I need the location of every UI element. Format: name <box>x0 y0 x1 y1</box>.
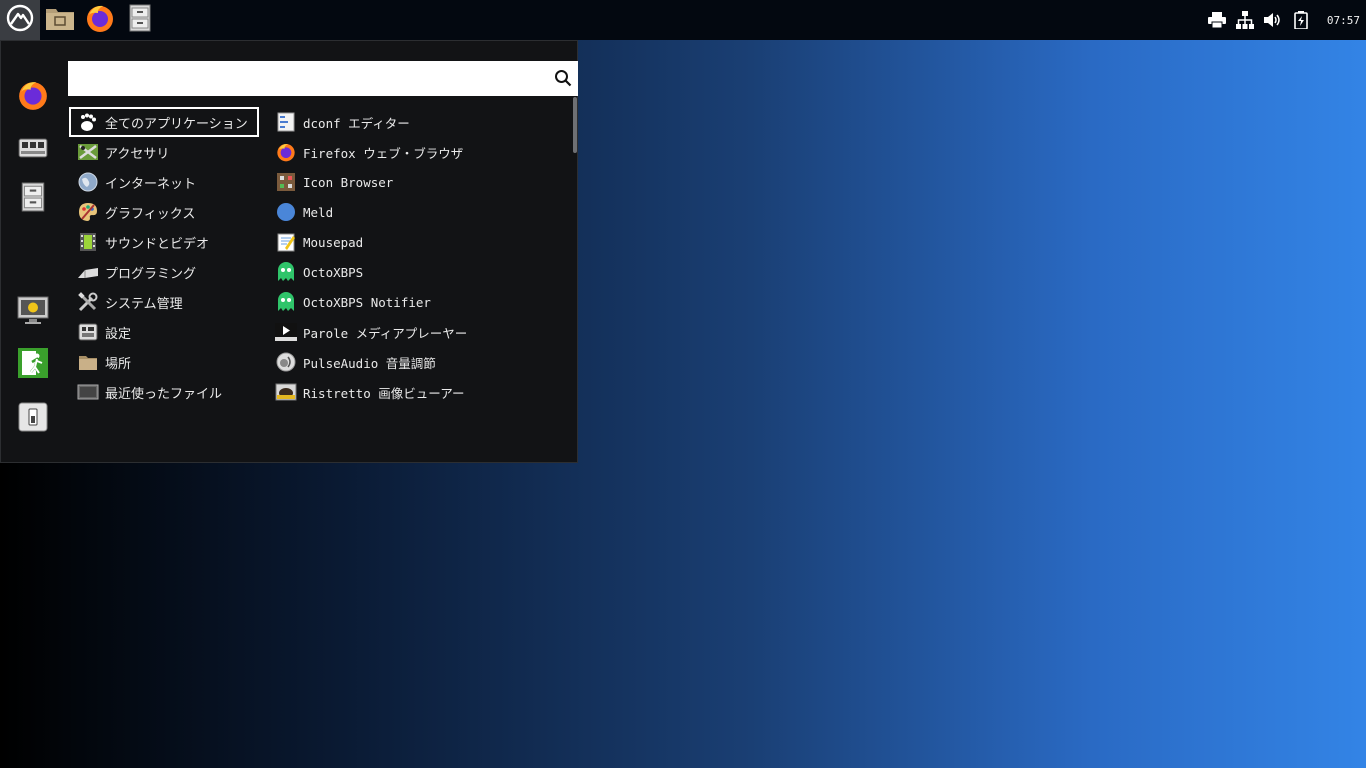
recent-files-icon <box>77 381 99 403</box>
category-accessories[interactable]: アクセサリ <box>69 137 259 167</box>
palette-icon <box>77 201 99 223</box>
category-places[interactable]: 場所 <box>69 347 259 377</box>
favorites-column <box>1 41 65 462</box>
applications-menu: 全てのアプリケーション アクセサリ インターネット グラフィックス サウンドとビ… <box>0 40 578 463</box>
switch-icon <box>18 402 48 436</box>
top-panel: 07:57 <box>0 0 1366 40</box>
app-label: dconf エディター <box>303 115 410 131</box>
app-label: OctoXBPS Notifier <box>303 294 431 310</box>
search-icon[interactable] <box>554 69 572 87</box>
app-dconf-editor[interactable]: dconf エディター <box>273 107 569 137</box>
icon-browser-icon <box>275 171 297 193</box>
file-manager-launcher[interactable] <box>40 0 80 40</box>
app-label: OctoXBPS <box>303 264 364 280</box>
dconf-icon <box>275 111 297 133</box>
app-label: Firefox ウェブ・ブラウザ <box>303 145 464 161</box>
category-label: サウンドとビデオ <box>105 236 210 252</box>
favorite-filing-cabinet[interactable] <box>15 181 51 217</box>
tools-icon <box>77 291 99 313</box>
category-label: アクセサリ <box>105 146 170 162</box>
category-list: 全てのアプリケーション アクセサリ インターネット グラフィックス サウンドとビ… <box>69 107 259 407</box>
applications-menu-button[interactable] <box>0 0 40 40</box>
lock-screen-button[interactable] <box>15 295 51 331</box>
application-list-scrollbar[interactable] <box>573 97 577 153</box>
app-label: Ristretto 画像ビューアー <box>303 385 465 401</box>
speaker-icon <box>275 351 297 373</box>
film-icon <box>77 231 99 253</box>
application-list: dconf エディター Firefox ウェブ・ブラウザ Icon Browse… <box>273 107 569 417</box>
file-manager-icon <box>45 5 75 35</box>
menu-logo-icon <box>6 4 34 36</box>
favorite-settings-manager[interactable] <box>15 131 51 167</box>
app-label: Mousepad <box>303 234 364 250</box>
category-label: 設定 <box>105 326 132 342</box>
app-firefox[interactable]: Firefox ウェブ・ブラウザ <box>273 137 569 167</box>
favorite-firefox[interactable] <box>15 79 51 115</box>
category-settings[interactable]: 設定 <box>69 317 259 347</box>
app-meld[interactable]: Meld <box>273 197 569 227</box>
search-input[interactable] <box>74 61 548 96</box>
category-internet[interactable]: インターネット <box>69 167 259 197</box>
ghost-icon <box>275 291 297 313</box>
media-player-icon <box>275 321 297 343</box>
category-sound-and-video[interactable]: サウンドとビデオ <box>69 227 259 257</box>
firefox-launcher[interactable] <box>80 0 120 40</box>
category-programming[interactable]: プログラミング <box>69 257 259 287</box>
firefox-icon <box>17 79 49 115</box>
category-label: 全てのアプリケーション <box>105 116 248 132</box>
filing-cabinet-icon <box>129 4 151 36</box>
app-pulseaudio[interactable]: PulseAudio 音量調節 <box>273 347 569 377</box>
volume-icon[interactable] <box>1263 10 1283 30</box>
monitor-lock-icon <box>17 296 49 330</box>
category-label: グラフィックス <box>105 206 196 222</box>
search-box[interactable] <box>68 61 578 96</box>
app-label: PulseAudio 音量調節 <box>303 355 436 371</box>
switch-user-button[interactable] <box>15 401 51 437</box>
category-label: プログラミング <box>105 266 197 282</box>
filing-cabinet-launcher[interactable] <box>120 0 160 40</box>
app-label: Meld <box>303 204 334 220</box>
app-octoxbps-notifier[interactable]: OctoXBPS Notifier <box>273 287 569 317</box>
settings-icon <box>77 321 99 343</box>
system-tray: 07:57 <box>1207 0 1366 40</box>
printer-icon[interactable] <box>1207 10 1227 30</box>
app-label: Icon Browser <box>303 174 394 190</box>
programming-icon <box>77 261 99 283</box>
filing-cabinet-icon <box>21 182 45 216</box>
app-label: Parole メディアプレーヤー <box>303 325 468 341</box>
category-label: 最近使ったファイル <box>105 386 223 402</box>
category-label: 場所 <box>105 356 132 372</box>
app-octoxbps[interactable]: OctoXBPS <box>273 257 569 287</box>
app-ristretto[interactable]: Ristretto 画像ビューアー <box>273 377 569 407</box>
log-out-button[interactable] <box>15 347 51 383</box>
accessories-icon <box>77 141 99 163</box>
exit-icon <box>18 348 48 382</box>
firefox-icon <box>275 141 297 163</box>
battery-icon[interactable] <box>1291 10 1311 30</box>
ghost-icon <box>275 261 297 283</box>
meld-icon <box>275 201 297 223</box>
category-recent-files[interactable]: 最近使ったファイル <box>69 377 259 407</box>
settings-manager-icon <box>18 135 48 163</box>
app-parole[interactable]: Parole メディアプレーヤー <box>273 317 569 347</box>
firefox-icon <box>85 3 115 37</box>
globe-icon <box>77 171 99 193</box>
category-label: インターネット <box>105 176 197 192</box>
app-mousepad[interactable]: Mousepad <box>273 227 569 257</box>
category-system-administration[interactable]: システム管理 <box>69 287 259 317</box>
category-all-applications[interactable]: 全てのアプリケーション <box>69 107 259 137</box>
category-graphics[interactable]: グラフィックス <box>69 197 259 227</box>
clock[interactable]: 07:57 <box>1327 14 1360 27</box>
folder-icon <box>77 351 99 373</box>
app-icon-browser[interactable]: Icon Browser <box>273 167 569 197</box>
category-label: システム管理 <box>105 296 183 312</box>
image-viewer-icon <box>275 381 297 403</box>
gnome-foot-icon <box>77 111 99 133</box>
mousepad-icon <box>275 231 297 253</box>
network-icon[interactable] <box>1235 10 1255 30</box>
